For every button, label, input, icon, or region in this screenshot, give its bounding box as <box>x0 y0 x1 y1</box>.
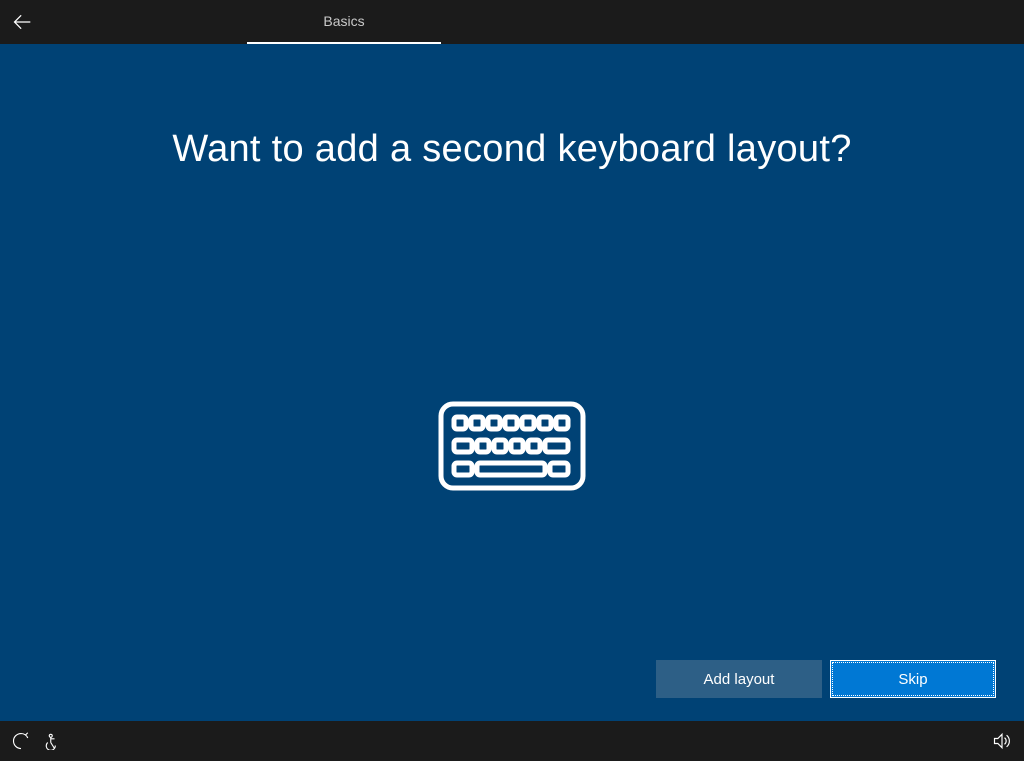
back-button[interactable] <box>0 0 44 44</box>
footer-bar <box>0 721 1024 761</box>
volume-icon[interactable] <box>992 731 1012 751</box>
skip-label: Skip <box>898 671 927 688</box>
header-bar: Basics <box>0 0 1024 44</box>
add-layout-button[interactable]: Add layout <box>656 660 822 698</box>
footer-left-icons <box>12 732 62 750</box>
footer-right-icons <box>992 731 1012 751</box>
tab-basics[interactable]: Basics <box>247 0 441 44</box>
back-arrow-icon <box>12 12 32 32</box>
ease-of-access-icon[interactable] <box>12 732 30 750</box>
page-title: Want to add a second keyboard layout? <box>0 44 1024 171</box>
keyboard-icon <box>437 400 587 497</box>
add-layout-label: Add layout <box>704 671 775 688</box>
action-buttons: Add layout Skip <box>656 660 996 698</box>
main-content: Want to add a second keyboard layout? <box>0 44 1024 721</box>
accessibility-icon[interactable] <box>44 732 62 750</box>
skip-button[interactable]: Skip <box>830 660 996 698</box>
tab-label: Basics <box>323 13 364 29</box>
